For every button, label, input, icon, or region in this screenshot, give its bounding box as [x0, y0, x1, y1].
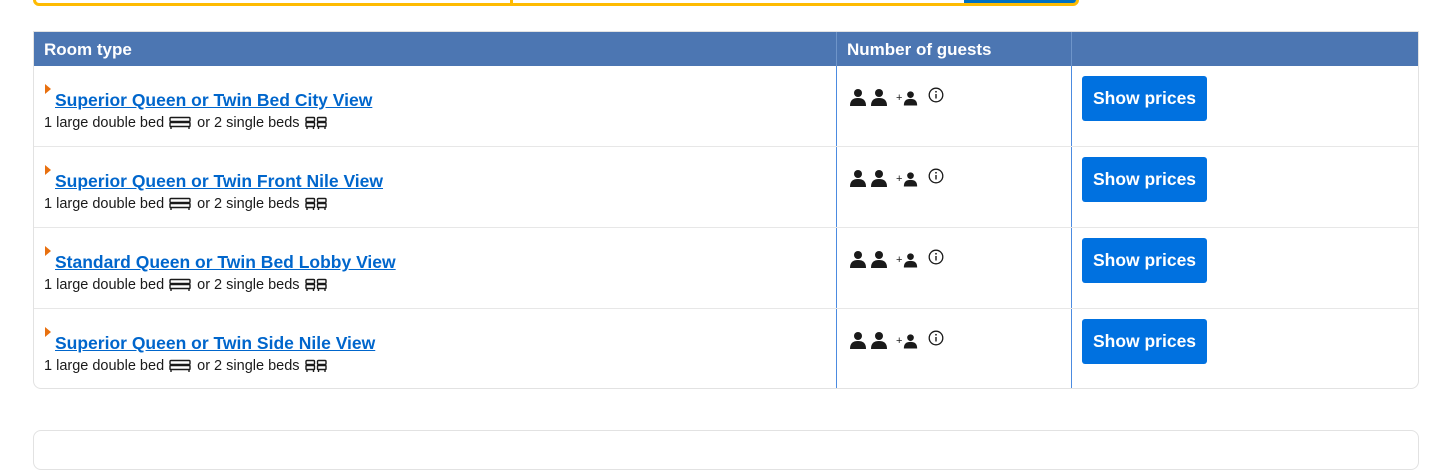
triangle-right-icon[interactable]	[45, 327, 51, 337]
double-bed-icon	[169, 278, 191, 292]
guest-capacity: +	[849, 330, 1071, 349]
table-row: Superior Queen or Twin Front Nile View 1…	[34, 147, 1418, 228]
triangle-right-icon[interactable]	[45, 246, 51, 256]
extra-guest-plus: +	[896, 254, 903, 266]
single-beds-icon	[304, 197, 327, 211]
guest-capacity: +	[849, 87, 1071, 106]
person-icon	[870, 250, 888, 268]
show-prices-button[interactable]: Show prices	[1082, 76, 1207, 121]
person-icon	[849, 331, 867, 349]
double-bed-icon	[169, 197, 191, 211]
info-icon[interactable]	[928, 249, 944, 265]
room-type-cell: Standard Queen or Twin Bed Lobby View 1 …	[34, 228, 837, 308]
guest-capacity: +	[849, 249, 1071, 268]
search-button[interactable]	[964, 0, 1076, 3]
extra-guest-plus: +	[896, 173, 903, 185]
single-beds-icon	[304, 359, 327, 373]
bed-or-text: or 2 single beds	[197, 277, 300, 293]
person-icon	[870, 331, 888, 349]
person-icon	[903, 171, 918, 187]
room-name-link[interactable]: Superior Queen or Twin Front Nile View	[55, 171, 383, 192]
table-row: Superior Queen or Twin Bed City View 1 l…	[34, 66, 1418, 147]
bed-or-text: or 2 single beds	[197, 115, 300, 131]
triangle-right-icon[interactable]	[45, 84, 51, 94]
extra-guest-plus: +	[896, 92, 903, 104]
action-cell: Show prices	[1072, 147, 1418, 227]
person-icon	[903, 90, 918, 106]
single-beds-icon	[304, 116, 327, 130]
action-cell: Show prices	[1072, 66, 1418, 146]
show-prices-button[interactable]: Show prices	[1082, 319, 1207, 364]
action-cell: Show prices	[1072, 228, 1418, 308]
room-table: Room type Number of guests Superior Quee…	[33, 31, 1419, 389]
bed-double-text: 1 large double bed	[44, 115, 165, 131]
info-icon[interactable]	[928, 168, 944, 184]
info-icon[interactable]	[928, 87, 944, 103]
table-row: Standard Queen or Twin Bed Lobby View 1 …	[34, 228, 1418, 309]
guests-cell: +	[837, 147, 1072, 227]
room-type-cell: Superior Queen or Twin Front Nile View 1…	[34, 147, 837, 227]
bed-info: 1 large double bed or 2 single beds	[44, 196, 826, 212]
room-name-link[interactable]: Superior Queen or Twin Side Nile View	[55, 333, 375, 354]
bed-info: 1 large double bed or 2 single beds	[44, 115, 826, 131]
bed-info: 1 large double bed or 2 single beds	[44, 277, 826, 293]
single-beds-icon	[304, 278, 327, 292]
room-name-link[interactable]: Superior Queen or Twin Bed City View	[55, 90, 372, 111]
guest-capacity: +	[849, 168, 1071, 187]
header-room-type: Room type	[34, 32, 837, 66]
header-action	[1072, 32, 1418, 66]
room-type-cell: Superior Queen or Twin Bed City View 1 l…	[34, 66, 837, 146]
table-row: Superior Queen or Twin Side Nile View 1 …	[34, 309, 1418, 388]
bed-double-text: 1 large double bed	[44, 196, 165, 212]
room-type-cell: Superior Queen or Twin Side Nile View 1 …	[34, 309, 837, 388]
person-icon	[870, 88, 888, 106]
person-icon	[870, 169, 888, 187]
person-icon	[849, 169, 867, 187]
search-divider	[510, 0, 513, 3]
bed-info: 1 large double bed or 2 single beds	[44, 358, 826, 374]
show-prices-button[interactable]: Show prices	[1082, 238, 1207, 283]
search-bar-partial	[33, 0, 1079, 6]
person-icon	[849, 88, 867, 106]
double-bed-icon	[169, 359, 191, 373]
bed-or-text: or 2 single beds	[197, 358, 300, 374]
bed-or-text: or 2 single beds	[197, 196, 300, 212]
bed-double-text: 1 large double bed	[44, 277, 165, 293]
action-cell: Show prices	[1072, 309, 1418, 388]
header-number-of-guests: Number of guests	[837, 32, 1072, 66]
info-icon[interactable]	[928, 330, 944, 346]
guests-cell: +	[837, 228, 1072, 308]
triangle-right-icon[interactable]	[45, 165, 51, 175]
person-icon	[849, 250, 867, 268]
person-icon	[903, 252, 918, 268]
guests-cell: +	[837, 66, 1072, 146]
show-prices-button[interactable]: Show prices	[1082, 157, 1207, 202]
next-section-card	[33, 430, 1419, 470]
room-name-link[interactable]: Standard Queen or Twin Bed Lobby View	[55, 252, 396, 273]
table-header: Room type Number of guests	[34, 32, 1418, 66]
double-bed-icon	[169, 116, 191, 130]
extra-guest-plus: +	[896, 335, 903, 347]
bed-double-text: 1 large double bed	[44, 358, 165, 374]
person-icon	[903, 333, 918, 349]
guests-cell: +	[837, 309, 1072, 388]
